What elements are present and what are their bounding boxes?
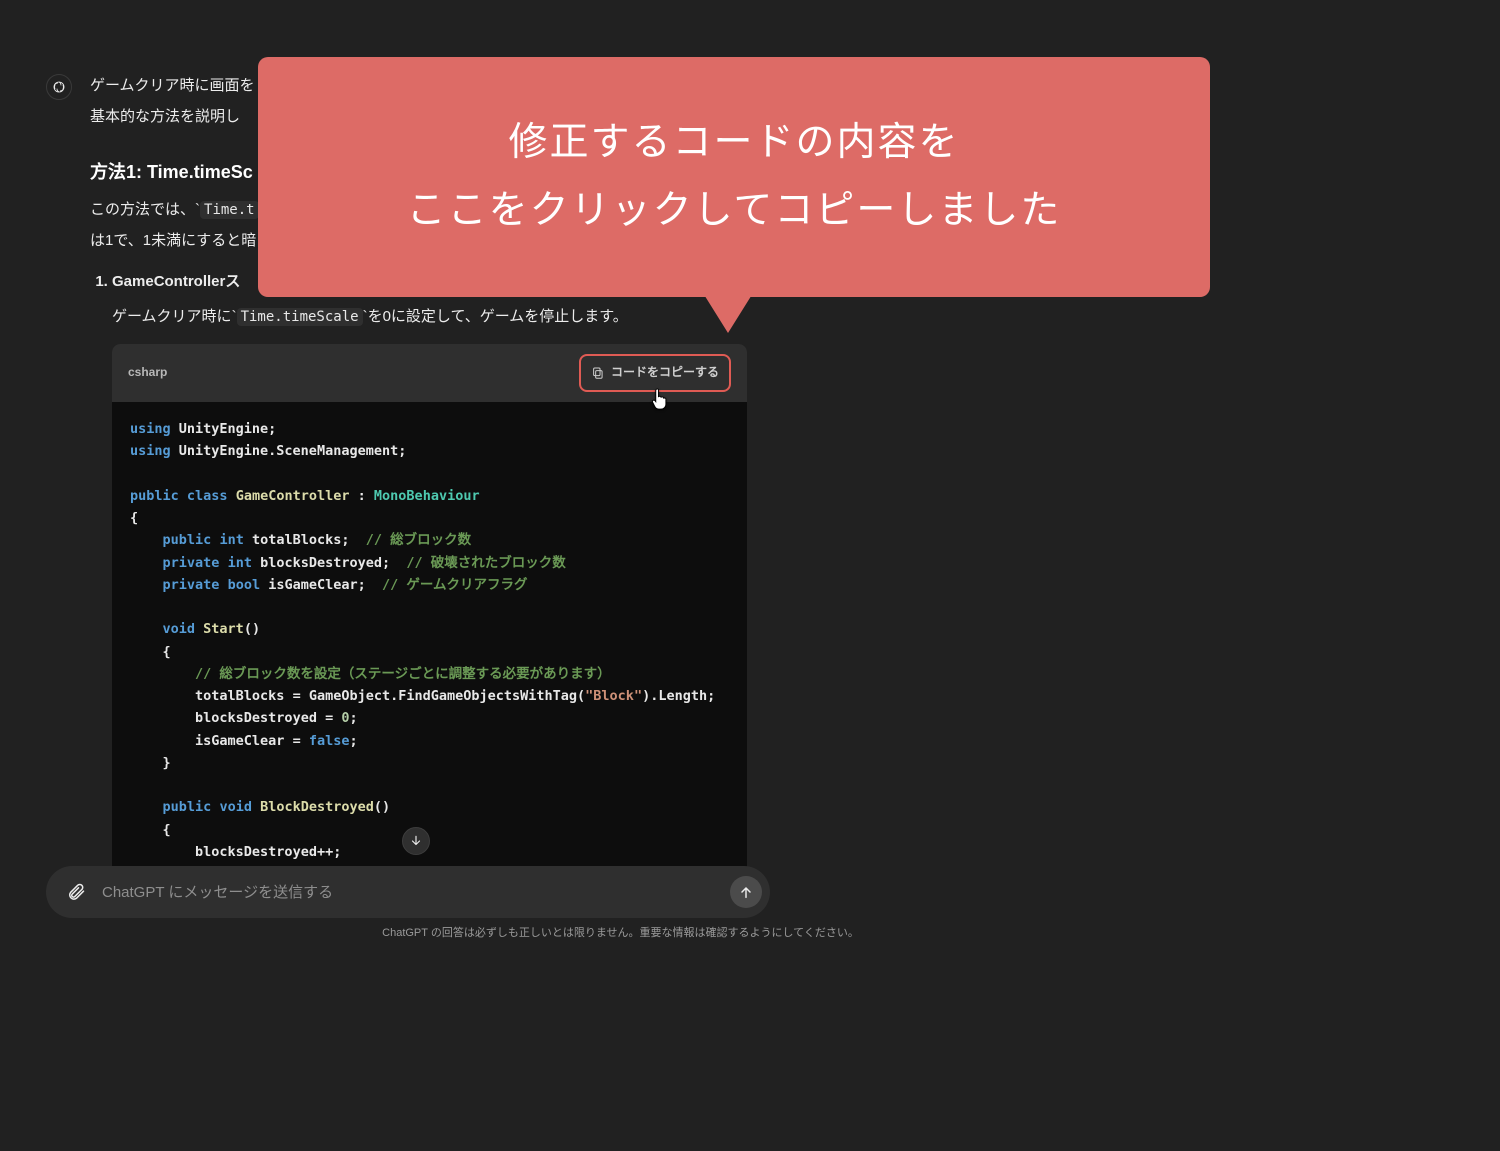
message-input[interactable] [102, 884, 720, 901]
attach-button[interactable] [60, 876, 92, 908]
code-content[interactable]: using UnityEngine; using UnityEngine.Sce… [112, 402, 747, 906]
message-input-bar [46, 866, 770, 918]
code-block: csharp コードをコピーする using UnityEngine; usin… [112, 344, 747, 905]
annotation-callout: 修正するコードの内容を ここをクリックしてコピーしました [258, 57, 1210, 297]
disclaimer-text: ChatGPT の回答は必ずしも正しいとは限りません。重要な情報は確認するように… [0, 924, 1241, 940]
copy-code-label: コードをコピーする [611, 362, 719, 384]
copy-icon [591, 366, 605, 380]
copy-code-button[interactable]: コードをコピーする [579, 354, 731, 392]
step1-pre: ゲームクリア時に [112, 308, 232, 325]
step-1-label: GameControllerス [112, 273, 240, 290]
code-header: csharp コードをコピーする [112, 344, 747, 402]
callout-tail [703, 293, 753, 333]
inline-code-time: Time.t [200, 201, 259, 219]
scroll-to-bottom-button[interactable] [402, 827, 430, 855]
callout-line-1: 修正するコードの内容を [508, 109, 959, 177]
arrow-up-icon [738, 884, 754, 900]
step-1-description: ゲームクリア時に`Time.timeScale`を0に設定して、ゲームを停止しま… [112, 303, 770, 330]
assistant-avatar [46, 74, 72, 100]
code-language-label: csharp [128, 362, 167, 384]
callout-line-2: ここをクリックしてコピーしました [407, 177, 1062, 245]
paperclip-icon [66, 882, 86, 902]
openai-icon [51, 79, 67, 95]
step-1: GameControllerス ゲームクリア時に`Time.timeScale`… [112, 268, 770, 905]
method1-text-pre: この方法では、 [90, 201, 195, 218]
arrow-down-icon [409, 834, 423, 848]
step1-post: を0に設定して、ゲームを停止します。 [368, 308, 628, 325]
inline-code-timescale: Time.timeScale [237, 308, 363, 326]
send-button[interactable] [730, 876, 762, 908]
